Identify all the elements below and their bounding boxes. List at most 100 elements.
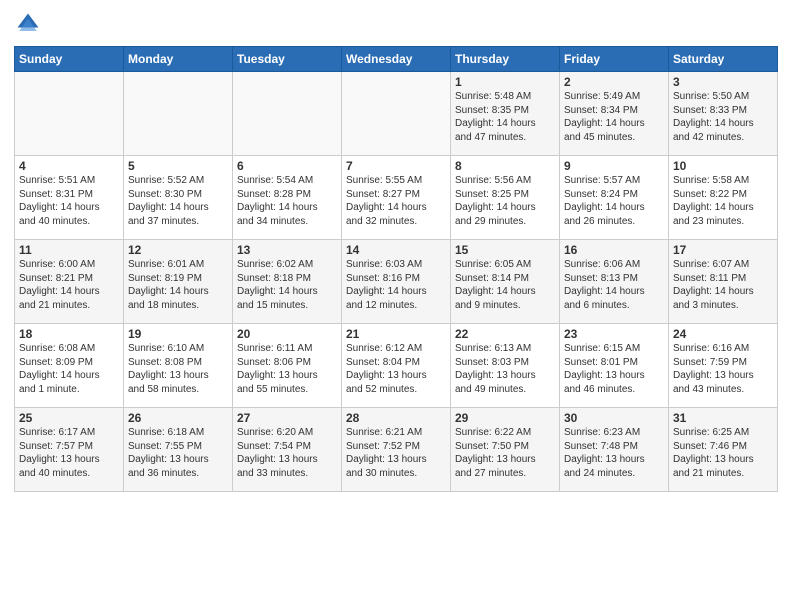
day-number: 27 xyxy=(237,411,337,425)
day-number: 21 xyxy=(346,327,446,341)
calendar-table: SundayMondayTuesdayWednesdayThursdayFrid… xyxy=(14,46,778,492)
day-info: Sunrise: 6:05 AM Sunset: 8:14 PM Dayligh… xyxy=(455,258,555,312)
calendar-cell: 27Sunrise: 6:20 AM Sunset: 7:54 PM Dayli… xyxy=(233,408,342,492)
calendar-cell: 21Sunrise: 6:12 AM Sunset: 8:04 PM Dayli… xyxy=(342,324,451,408)
calendar-cell: 9Sunrise: 5:57 AM Sunset: 8:24 PM Daylig… xyxy=(560,156,669,240)
day-info: Sunrise: 5:56 AM Sunset: 8:25 PM Dayligh… xyxy=(455,174,555,228)
day-number: 26 xyxy=(128,411,228,425)
day-number: 1 xyxy=(455,75,555,89)
day-number: 5 xyxy=(128,159,228,173)
calendar-week-row: 25Sunrise: 6:17 AM Sunset: 7:57 PM Dayli… xyxy=(15,408,778,492)
day-info: Sunrise: 5:57 AM Sunset: 8:24 PM Dayligh… xyxy=(564,174,664,228)
day-number: 7 xyxy=(346,159,446,173)
day-info: Sunrise: 6:12 AM Sunset: 8:04 PM Dayligh… xyxy=(346,342,446,396)
weekday-header: Thursday xyxy=(451,47,560,72)
calendar-week-row: 18Sunrise: 6:08 AM Sunset: 8:09 PM Dayli… xyxy=(15,324,778,408)
day-number: 22 xyxy=(455,327,555,341)
day-info: Sunrise: 6:15 AM Sunset: 8:01 PM Dayligh… xyxy=(564,342,664,396)
day-info: Sunrise: 6:20 AM Sunset: 7:54 PM Dayligh… xyxy=(237,426,337,480)
calendar-cell: 2Sunrise: 5:49 AM Sunset: 8:34 PM Daylig… xyxy=(560,72,669,156)
calendar-week-row: 11Sunrise: 6:00 AM Sunset: 8:21 PM Dayli… xyxy=(15,240,778,324)
day-number: 9 xyxy=(564,159,664,173)
weekday-header: Friday xyxy=(560,47,669,72)
day-number: 13 xyxy=(237,243,337,257)
calendar-cell: 13Sunrise: 6:02 AM Sunset: 8:18 PM Dayli… xyxy=(233,240,342,324)
calendar-cell: 31Sunrise: 6:25 AM Sunset: 7:46 PM Dayli… xyxy=(669,408,778,492)
calendar-cell: 7Sunrise: 5:55 AM Sunset: 8:27 PM Daylig… xyxy=(342,156,451,240)
calendar-cell: 4Sunrise: 5:51 AM Sunset: 8:31 PM Daylig… xyxy=(15,156,124,240)
header xyxy=(14,10,778,38)
calendar-cell: 19Sunrise: 6:10 AM Sunset: 8:08 PM Dayli… xyxy=(124,324,233,408)
day-info: Sunrise: 5:50 AM Sunset: 8:33 PM Dayligh… xyxy=(673,90,773,144)
calendar-cell: 22Sunrise: 6:13 AM Sunset: 8:03 PM Dayli… xyxy=(451,324,560,408)
calendar-cell: 18Sunrise: 6:08 AM Sunset: 8:09 PM Dayli… xyxy=(15,324,124,408)
day-number: 30 xyxy=(564,411,664,425)
day-info: Sunrise: 5:55 AM Sunset: 8:27 PM Dayligh… xyxy=(346,174,446,228)
day-info: Sunrise: 6:01 AM Sunset: 8:19 PM Dayligh… xyxy=(128,258,228,312)
calendar-cell: 26Sunrise: 6:18 AM Sunset: 7:55 PM Dayli… xyxy=(124,408,233,492)
day-info: Sunrise: 5:51 AM Sunset: 8:31 PM Dayligh… xyxy=(19,174,119,228)
day-info: Sunrise: 6:17 AM Sunset: 7:57 PM Dayligh… xyxy=(19,426,119,480)
calendar-header-row: SundayMondayTuesdayWednesdayThursdayFrid… xyxy=(15,47,778,72)
day-info: Sunrise: 6:13 AM Sunset: 8:03 PM Dayligh… xyxy=(455,342,555,396)
calendar-cell: 25Sunrise: 6:17 AM Sunset: 7:57 PM Dayli… xyxy=(15,408,124,492)
weekday-header: Wednesday xyxy=(342,47,451,72)
day-info: Sunrise: 6:02 AM Sunset: 8:18 PM Dayligh… xyxy=(237,258,337,312)
calendar-cell: 16Sunrise: 6:06 AM Sunset: 8:13 PM Dayli… xyxy=(560,240,669,324)
day-info: Sunrise: 6:07 AM Sunset: 8:11 PM Dayligh… xyxy=(673,258,773,312)
day-number: 31 xyxy=(673,411,773,425)
day-number: 25 xyxy=(19,411,119,425)
calendar-cell: 3Sunrise: 5:50 AM Sunset: 8:33 PM Daylig… xyxy=(669,72,778,156)
calendar-cell xyxy=(124,72,233,156)
day-number: 24 xyxy=(673,327,773,341)
calendar-cell: 10Sunrise: 5:58 AM Sunset: 8:22 PM Dayli… xyxy=(669,156,778,240)
calendar-cell: 17Sunrise: 6:07 AM Sunset: 8:11 PM Dayli… xyxy=(669,240,778,324)
calendar-cell: 1Sunrise: 5:48 AM Sunset: 8:35 PM Daylig… xyxy=(451,72,560,156)
calendar-cell: 14Sunrise: 6:03 AM Sunset: 8:16 PM Dayli… xyxy=(342,240,451,324)
calendar-cell: 20Sunrise: 6:11 AM Sunset: 8:06 PM Dayli… xyxy=(233,324,342,408)
day-info: Sunrise: 6:10 AM Sunset: 8:08 PM Dayligh… xyxy=(128,342,228,396)
day-number: 3 xyxy=(673,75,773,89)
day-number: 16 xyxy=(564,243,664,257)
calendar-week-row: 4Sunrise: 5:51 AM Sunset: 8:31 PM Daylig… xyxy=(15,156,778,240)
day-number: 17 xyxy=(673,243,773,257)
day-info: Sunrise: 5:49 AM Sunset: 8:34 PM Dayligh… xyxy=(564,90,664,144)
day-number: 20 xyxy=(237,327,337,341)
calendar-cell: 28Sunrise: 6:21 AM Sunset: 7:52 PM Dayli… xyxy=(342,408,451,492)
day-info: Sunrise: 5:48 AM Sunset: 8:35 PM Dayligh… xyxy=(455,90,555,144)
day-info: Sunrise: 5:54 AM Sunset: 8:28 PM Dayligh… xyxy=(237,174,337,228)
calendar-cell: 24Sunrise: 6:16 AM Sunset: 7:59 PM Dayli… xyxy=(669,324,778,408)
day-number: 23 xyxy=(564,327,664,341)
calendar-cell xyxy=(15,72,124,156)
calendar-cell: 5Sunrise: 5:52 AM Sunset: 8:30 PM Daylig… xyxy=(124,156,233,240)
calendar-cell: 8Sunrise: 5:56 AM Sunset: 8:25 PM Daylig… xyxy=(451,156,560,240)
calendar-cell: 6Sunrise: 5:54 AM Sunset: 8:28 PM Daylig… xyxy=(233,156,342,240)
day-info: Sunrise: 5:58 AM Sunset: 8:22 PM Dayligh… xyxy=(673,174,773,228)
day-info: Sunrise: 6:21 AM Sunset: 7:52 PM Dayligh… xyxy=(346,426,446,480)
page-container: SundayMondayTuesdayWednesdayThursdayFrid… xyxy=(0,0,792,500)
day-info: Sunrise: 5:52 AM Sunset: 8:30 PM Dayligh… xyxy=(128,174,228,228)
day-info: Sunrise: 6:03 AM Sunset: 8:16 PM Dayligh… xyxy=(346,258,446,312)
day-number: 19 xyxy=(128,327,228,341)
day-number: 12 xyxy=(128,243,228,257)
day-number: 6 xyxy=(237,159,337,173)
day-info: Sunrise: 6:18 AM Sunset: 7:55 PM Dayligh… xyxy=(128,426,228,480)
day-info: Sunrise: 6:06 AM Sunset: 8:13 PM Dayligh… xyxy=(564,258,664,312)
day-number: 18 xyxy=(19,327,119,341)
weekday-header: Monday xyxy=(124,47,233,72)
calendar-cell: 23Sunrise: 6:15 AM Sunset: 8:01 PM Dayli… xyxy=(560,324,669,408)
day-number: 8 xyxy=(455,159,555,173)
day-number: 14 xyxy=(346,243,446,257)
calendar-cell: 29Sunrise: 6:22 AM Sunset: 7:50 PM Dayli… xyxy=(451,408,560,492)
day-number: 2 xyxy=(564,75,664,89)
day-number: 15 xyxy=(455,243,555,257)
day-number: 4 xyxy=(19,159,119,173)
calendar-cell xyxy=(233,72,342,156)
day-number: 10 xyxy=(673,159,773,173)
day-info: Sunrise: 6:25 AM Sunset: 7:46 PM Dayligh… xyxy=(673,426,773,480)
calendar-week-row: 1Sunrise: 5:48 AM Sunset: 8:35 PM Daylig… xyxy=(15,72,778,156)
calendar-cell: 11Sunrise: 6:00 AM Sunset: 8:21 PM Dayli… xyxy=(15,240,124,324)
calendar-cell: 30Sunrise: 6:23 AM Sunset: 7:48 PM Dayli… xyxy=(560,408,669,492)
weekday-header: Sunday xyxy=(15,47,124,72)
calendar-cell: 15Sunrise: 6:05 AM Sunset: 8:14 PM Dayli… xyxy=(451,240,560,324)
